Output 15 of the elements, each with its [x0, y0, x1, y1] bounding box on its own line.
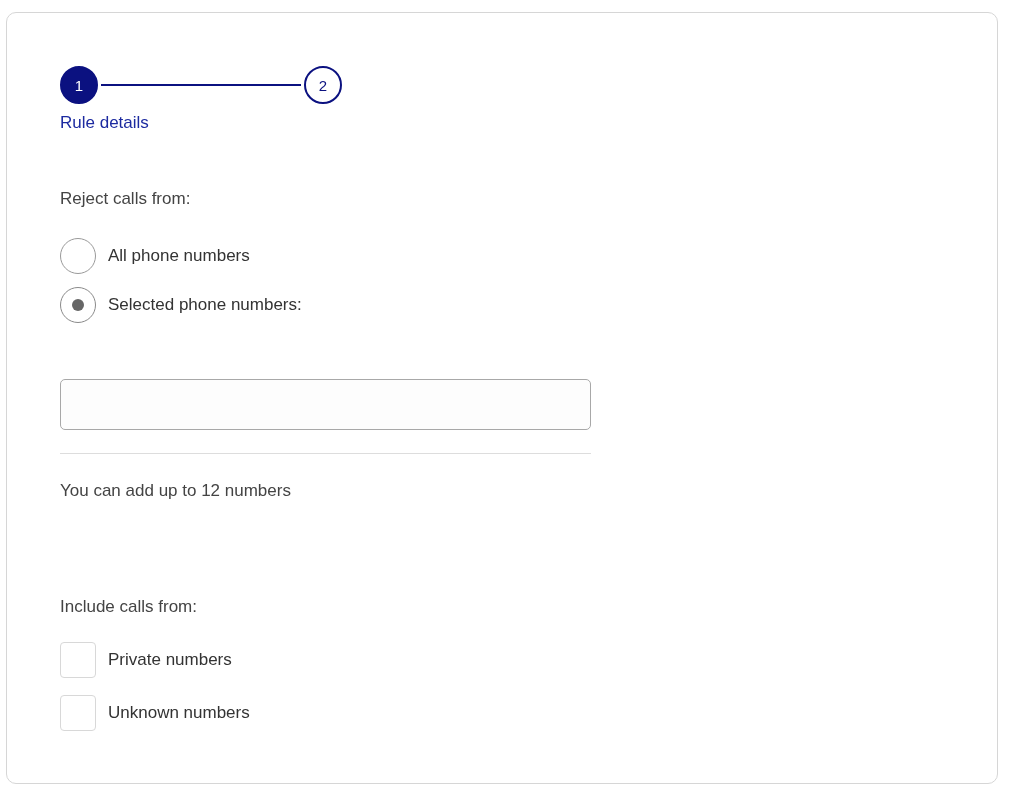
checkbox-label[interactable]: Private numbers [108, 650, 232, 670]
radio-button[interactable] [60, 287, 96, 323]
radio-button[interactable] [60, 238, 96, 274]
helper-text: You can add up to 12 numbers [60, 481, 292, 501]
step-number[interactable]: 2 [304, 66, 342, 104]
checkbox-label[interactable]: Unknown numbers [108, 703, 250, 723]
checkbox[interactable] [60, 695, 96, 731]
step-title: Rule details [60, 113, 150, 133]
checkbox[interactable] [60, 642, 96, 678]
section-label: Include calls from: [60, 597, 198, 617]
radio-label[interactable]: All phone numbers [108, 246, 250, 266]
step-number[interactable]: 1 [60, 66, 98, 104]
section-label: Reject calls from: [60, 189, 192, 209]
phone-numbers-input-field[interactable] [60, 379, 591, 430]
radio-label[interactable]: Selected phone numbers: [108, 295, 302, 315]
